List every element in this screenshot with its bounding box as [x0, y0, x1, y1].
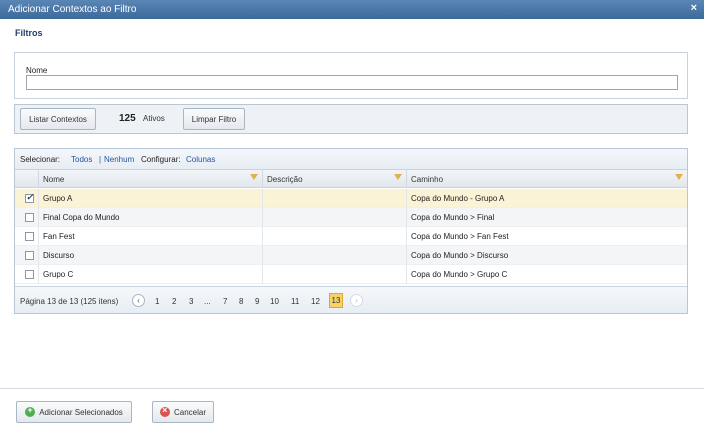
row-name: Grupo C [43, 270, 74, 279]
list-contexts-button[interactable]: Listar Contextos [20, 108, 96, 130]
row-checkbox[interactable] [25, 213, 34, 222]
cancel-button[interactable]: Cancelar [152, 401, 214, 423]
page-link[interactable]: 10 [270, 297, 279, 306]
add-icon [25, 405, 36, 417]
row-name: Final Copa do Mundo [43, 213, 120, 222]
header-checkbox-col [15, 170, 39, 188]
table-row[interactable]: Final Copa do Mundo Copa do Mundo > Fina… [15, 208, 687, 227]
filter-funnel-icon[interactable] [675, 174, 683, 180]
row-path: Copa do Mundo > Final [411, 213, 495, 222]
select-none-link[interactable]: Nenhum [104, 155, 134, 164]
row-path: Copa do Mundo > Fan Fest [411, 232, 509, 241]
header-description[interactable]: Descrição [263, 170, 407, 188]
table-row[interactable]: Grupo C Copa do Mundo > Grupo C [15, 265, 687, 284]
row-name: Discurso [43, 251, 75, 260]
filter-panel: Nome [14, 52, 688, 99]
columns-link[interactable]: Colunas [186, 155, 215, 164]
active-count: 125 [119, 113, 136, 124]
select-all-link[interactable]: Todos [71, 155, 92, 164]
name-input[interactable] [26, 75, 678, 90]
row-name: Fan Fest [43, 232, 75, 241]
filter-toolbar: Listar Contextos 125 Ativos Limpar Filtr… [14, 104, 688, 134]
dialog-title: Adicionar Contextos ao Filtro [8, 4, 137, 15]
clear-filter-button[interactable]: Limpar Filtro [183, 108, 245, 130]
contexts-grid: Selecionar: Todos | Nenhum Configurar: C… [14, 148, 688, 314]
row-path: Copa do Mundo > Grupo C [411, 270, 508, 279]
page-link[interactable]: 9 [255, 297, 259, 306]
header-path-label: Caminho [411, 175, 444, 184]
row-path: Copa do Mundo - Grupo A [411, 194, 505, 203]
pager: Página 13 de 13 (125 itens) ‹ 1 2 3 ... … [15, 286, 687, 313]
pager-info: Página 13 de 13 (125 itens) [20, 297, 119, 306]
add-selected-button[interactable]: Adicionar Selecionados [16, 401, 132, 423]
select-separator: | [99, 155, 102, 164]
select-label: Selecionar: [20, 155, 61, 164]
filter-funnel-icon[interactable] [250, 174, 258, 180]
page-link[interactable]: 12 [311, 297, 320, 306]
table-row[interactable]: Discurso Copa do Mundo > Discurso [15, 246, 687, 265]
row-checkbox[interactable] [25, 192, 34, 203]
next-page-icon[interactable]: › [350, 294, 363, 307]
header-name-label: Nome [43, 175, 65, 184]
cancel-label: Cancelar [173, 407, 206, 417]
close-icon[interactable]: × [691, 2, 697, 14]
add-selected-label: Adicionar Selecionados [39, 407, 123, 417]
footer-divider [0, 388, 704, 389]
prev-page-icon[interactable]: ‹ [132, 294, 145, 307]
table-row[interactable]: Grupo A Copa do Mundo - Grupo A [15, 189, 687, 208]
page-link[interactable]: 8 [239, 297, 243, 306]
grid-header: Nome Descrição Caminho [15, 170, 687, 188]
table-row[interactable]: Fan Fest Copa do Mundo > Fan Fest [15, 227, 687, 246]
header-name[interactable]: Nome [39, 170, 263, 188]
row-checkbox[interactable] [25, 232, 34, 241]
page-link[interactable]: 11 [291, 297, 299, 306]
row-checkbox[interactable] [25, 251, 34, 260]
page-link[interactable]: 7 [223, 297, 227, 306]
page-link[interactable]: 1 [155, 297, 159, 306]
dialog-title-bar: Adicionar Contextos ao Filtro × [0, 0, 704, 19]
active-count-label: Ativos [143, 114, 165, 123]
row-path: Copa do Mundo > Discurso [411, 251, 509, 260]
selection-bar: Selecionar: Todos | Nenhum Configurar: C… [15, 149, 687, 170]
cancel-icon [159, 405, 170, 417]
header-path[interactable]: Caminho [407, 170, 687, 188]
filter-funnel-icon[interactable] [394, 174, 402, 180]
page-link[interactable]: 3 [189, 297, 193, 306]
page-link[interactable]: 2 [172, 297, 176, 306]
header-description-label: Descrição [267, 175, 303, 184]
configure-label: Configurar: [141, 155, 181, 164]
row-name: Grupo A [43, 194, 73, 203]
page-ellipsis: ... [204, 297, 211, 306]
row-checkbox[interactable] [25, 270, 34, 279]
current-page[interactable]: 13 [329, 293, 343, 308]
filters-section-title: Filtros [15, 28, 43, 38]
name-label: Nome [26, 66, 48, 75]
